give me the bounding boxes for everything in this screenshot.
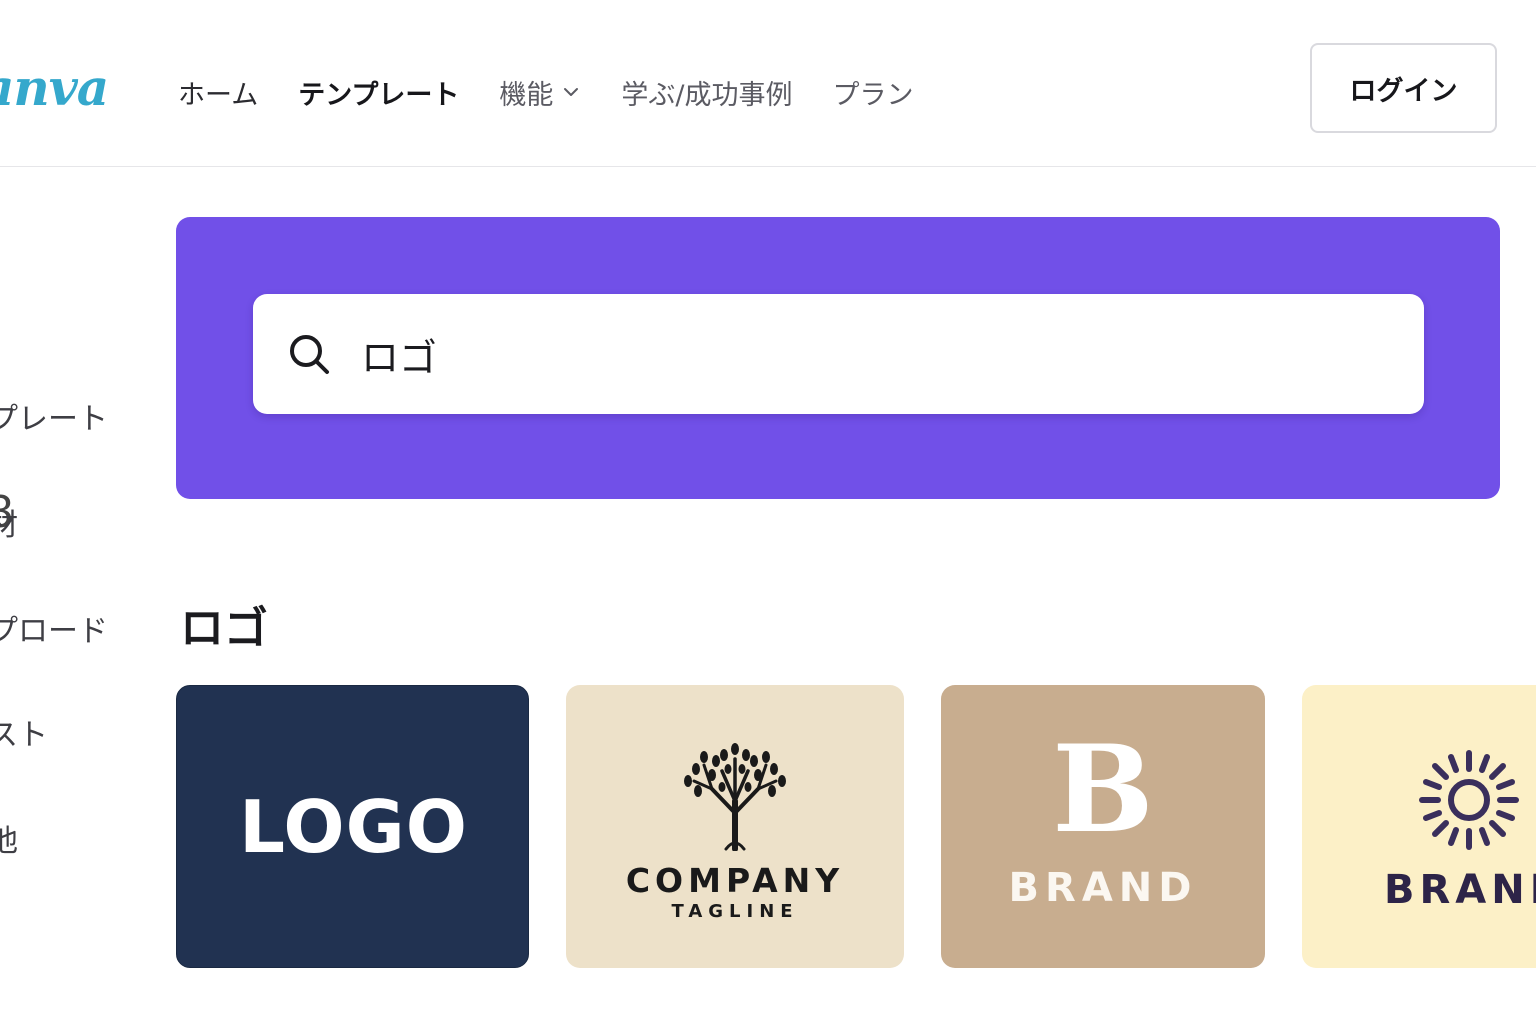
chevron-down-icon [564, 88, 579, 96]
top-header: anva ホーム テンプレート 機能 学ぶ/成功事例 プラン ログイン [0, 0, 1536, 167]
search-icon [290, 335, 329, 374]
card-logo-text: LOGO [239, 784, 468, 869]
sidebar-item-text[interactable]: スト [0, 710, 48, 754]
card-company-tagline: TAGLINE [671, 901, 799, 922]
sidebar-item-elements[interactable]: 材 [0, 500, 18, 544]
sun-icon [1419, 750, 1519, 850]
card-brand-sun-title: BRAND [1384, 867, 1536, 913]
sidebar-item-uploads[interactable]: プロード [0, 606, 108, 650]
tree-icon [684, 743, 786, 851]
sidebar-item-more[interactable]: 他 [0, 816, 18, 860]
nav-features[interactable]: 機能 [499, 73, 581, 112]
nav-pricing[interactable]: プラン [833, 73, 914, 112]
login-button[interactable]: ログイン [1310, 43, 1497, 133]
search-box[interactable] [253, 294, 1424, 414]
card-brand-letter: B [1052, 719, 1154, 860]
section-title: ロゴ [180, 603, 268, 654]
search-hero [176, 217, 1500, 499]
template-card-brand-sun[interactable]: BRAND [1302, 685, 1536, 968]
sidebar: 8 プレート 材 プロード スト 他 [0, 166, 150, 1024]
brand-logo[interactable]: anva [0, 58, 109, 118]
nav-templates[interactable]: テンプレート [298, 73, 459, 112]
main-nav: ホーム テンプレート 機能 学ぶ/成功事例 プラン [178, 70, 954, 114]
page: anva ホーム テンプレート 機能 学ぶ/成功事例 プラン ログイン 8 プレ… [0, 0, 1536, 1024]
template-card-company[interactable]: COMPANY TAGLINE [566, 685, 904, 968]
nav-home[interactable]: ホーム [178, 73, 258, 112]
template-card-brand-b[interactable]: B BRAND [941, 685, 1265, 968]
sidebar-item-templates[interactable]: プレート [0, 394, 108, 438]
card-company-title: COMPANY [625, 861, 845, 900]
search-input[interactable] [359, 331, 1363, 377]
nav-features-label: 機能 [499, 79, 554, 111]
template-card-logo[interactable]: LOGO [176, 685, 529, 968]
nav-learn[interactable]: 学ぶ/成功事例 [621, 73, 792, 112]
card-brand-title: BRAND [1008, 865, 1198, 911]
